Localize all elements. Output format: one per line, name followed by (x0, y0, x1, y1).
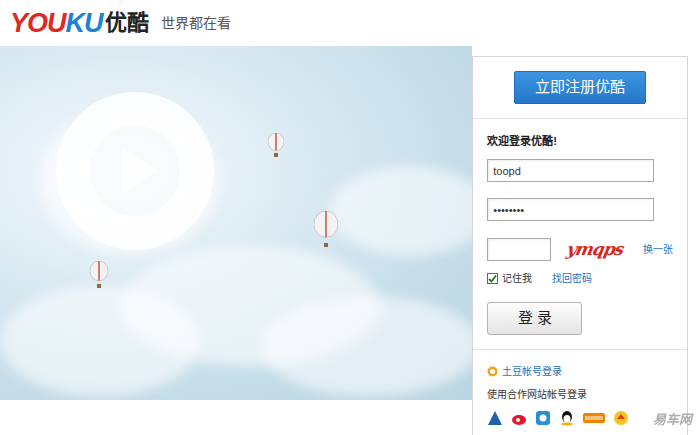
partner-yellow-icon[interactable] (613, 410, 629, 426)
welcome-title: 欢迎登录优酷! (487, 133, 673, 150)
cloud (0, 286, 200, 396)
tudou-login-row: 土豆帐号登录 (487, 364, 673, 379)
qq-icon[interactable] (559, 410, 575, 426)
check-icon (488, 274, 497, 283)
divider (473, 118, 687, 119)
remember-label[interactable]: 记住我 (502, 271, 532, 286)
page: YOUKU优酷世界都在看立即注册优酷欢迎登录优酷! ymqps 换一张记住我 找回密码… (0, 0, 700, 435)
right-margin (688, 46, 700, 435)
login-panel: 立即注册优酷欢迎登录优酷! ymqps 换一张记住我 找回密码登 录土豆帐号登录使用合… (472, 56, 688, 435)
partner-a-icon[interactable] (487, 410, 503, 426)
balloon-icon (314, 211, 338, 247)
weibo-icon[interactable] (511, 410, 527, 426)
cloud-logo-icon (50, 86, 220, 256)
cloud (260, 296, 472, 396)
balloon-icon (90, 261, 108, 288)
username-input[interactable] (487, 159, 654, 182)
sky-banner (0, 46, 472, 400)
cloud (330, 166, 472, 256)
captcha-input[interactable] (487, 238, 551, 261)
partner-icons (487, 410, 673, 426)
youku-logo[interactable]: YOUKU (10, 10, 103, 37)
login-button[interactable]: 登 录 (487, 302, 582, 335)
password-input[interactable] (487, 198, 654, 221)
partner-label: 使用合作网站帐号登录 (487, 387, 673, 402)
alipay-icon[interactable] (583, 410, 605, 426)
partner-square-icon[interactable] (535, 410, 551, 426)
divider (473, 349, 687, 350)
tudou-login-link[interactable]: 土豆帐号登录 (502, 364, 562, 379)
tudou-icon (487, 366, 498, 377)
brand-name[interactable]: 优酷 (105, 12, 149, 34)
register-button[interactable]: 立即注册优酷 (514, 71, 646, 104)
forgot-password-link[interactable]: 找回密码 (552, 271, 592, 286)
captcha-image[interactable]: ymqps (565, 237, 627, 263)
site-header: YOUKU优酷世界都在看 (0, 0, 700, 46)
watermark: 易车网 (653, 410, 692, 430)
slogan: 世界都在看 (161, 16, 231, 30)
main-area: 立即注册优酷欢迎登录优酷! ymqps 换一张记住我 找回密码登 录土豆帐号登录使用合… (0, 46, 700, 435)
remember-row: 记住我 找回密码 (487, 271, 673, 286)
balloon-icon (268, 133, 284, 157)
refresh-captcha-link[interactable]: 换一张 (643, 242, 673, 257)
captcha-row: ymqps 换一张 (487, 237, 673, 263)
remember-checkbox[interactable] (487, 273, 498, 284)
